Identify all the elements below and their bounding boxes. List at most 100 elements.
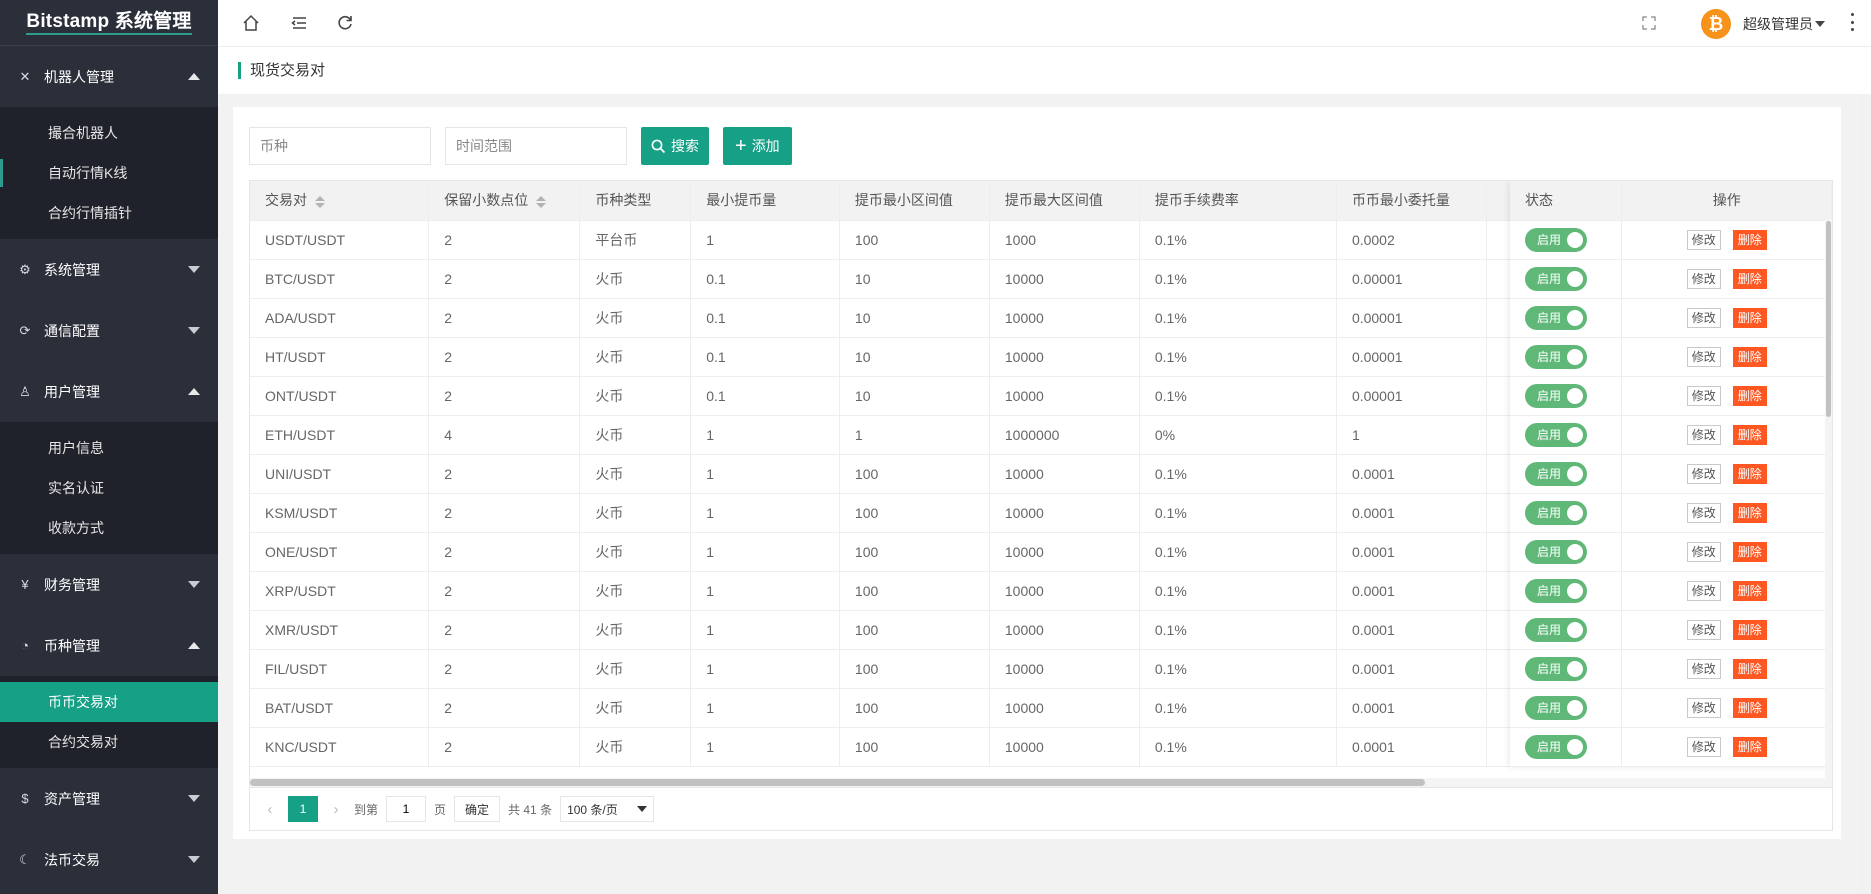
add-button[interactable]: + 添加: [723, 127, 792, 165]
sidebar-group-0[interactable]: ✕ 机器人管理: [0, 46, 218, 107]
status-toggle[interactable]: 启用: [1525, 227, 1587, 252]
delete-button[interactable]: 删除: [1732, 697, 1767, 718]
table-cell: 0.00001: [1336, 298, 1487, 338]
column-header: 币种类型: [579, 181, 692, 221]
delete-button[interactable]: 删除: [1732, 307, 1767, 328]
coin-search-input[interactable]: [249, 127, 431, 165]
sidebar-group-2[interactable]: ⟳ 通信配置: [0, 300, 218, 361]
sidebar-item[interactable]: 收款方式: [0, 508, 218, 548]
search-button[interactable]: 搜索: [641, 127, 709, 165]
status-toggle[interactable]: 启用: [1525, 734, 1587, 759]
sidebar-group-6[interactable]: $ 资产管理: [0, 768, 218, 829]
status-toggle[interactable]: 启用: [1525, 305, 1587, 330]
status-toggle[interactable]: 启用: [1525, 344, 1587, 369]
status-toggle[interactable]: 启用: [1525, 500, 1587, 525]
table-cell: 0.1: [690, 337, 840, 377]
table-cell: 100: [839, 688, 990, 728]
page-jump-input[interactable]: [386, 796, 427, 822]
edit-button[interactable]: 修改: [1686, 346, 1721, 367]
confirm-page-button[interactable]: 确定: [454, 796, 501, 822]
sidebar-item[interactable]: 用户信息: [0, 428, 218, 468]
user-menu[interactable]: ₿ 超级管理员: [1701, 9, 1825, 39]
sidebar-group-1[interactable]: ⚙ 系统管理: [0, 239, 218, 300]
delete-button[interactable]: 删除: [1732, 385, 1767, 406]
edit-button[interactable]: 修改: [1686, 697, 1721, 718]
status-toggle[interactable]: 启用: [1525, 383, 1587, 408]
status-toggle[interactable]: 启用: [1525, 656, 1587, 681]
table-cell: 1: [690, 415, 840, 455]
delete-button[interactable]: 删除: [1732, 619, 1767, 640]
table-cell: 10: [839, 376, 990, 416]
time-range-input[interactable]: [445, 127, 627, 165]
sidebar-group-label: 财务管理: [44, 576, 100, 593]
edit-button[interactable]: 修改: [1686, 619, 1721, 640]
sidebar-group-5[interactable]: ◔ 币种管理: [0, 615, 218, 676]
table-cell: 1000: [989, 220, 1140, 260]
table-cell: 1: [690, 610, 840, 650]
sidebar-group-3[interactable]: ♙ 用户管理: [0, 361, 218, 422]
status-toggle[interactable]: 启用: [1525, 617, 1587, 642]
robot-icon: ✕: [19, 68, 31, 84]
status-toggle[interactable]: 启用: [1525, 422, 1587, 447]
edit-button[interactable]: 修改: [1686, 463, 1721, 484]
column-header[interactable]: 交易对: [250, 181, 430, 221]
status-toggle[interactable]: 启用: [1525, 266, 1587, 291]
sidebar: Bitstamp 系统管理 ✕ 机器人管理 撮合机器人 自动行情K线 合约行情插针 ⚙ 系统…: [0, 0, 218, 894]
delete-button[interactable]: 删除: [1732, 502, 1767, 523]
edit-button[interactable]: 修改: [1686, 385, 1721, 406]
status-toggle[interactable]: 启用: [1525, 578, 1587, 603]
status-toggle[interactable]: 启用: [1525, 461, 1587, 486]
sidebar-item[interactable]: 自动行情K线: [0, 153, 218, 193]
table-row-actions: 启用 修改 删除: [1510, 727, 1832, 767]
next-page-icon[interactable]: ›: [326, 801, 346, 818]
sort-icon[interactable]: [536, 195, 547, 208]
status-toggle[interactable]: 启用: [1525, 539, 1587, 564]
sidebar-group-7[interactable]: ☾ 法币交易: [0, 829, 218, 890]
sidebar-item[interactable]: 合约交易对: [0, 722, 218, 762]
edit-button[interactable]: 修改: [1686, 424, 1721, 445]
edit-button[interactable]: 修改: [1686, 307, 1721, 328]
delete-button[interactable]: 删除: [1732, 268, 1767, 289]
prev-page-icon[interactable]: ‹: [260, 801, 280, 818]
table-cell: 火币: [579, 649, 692, 689]
more-vertical-icon[interactable]: [1849, 13, 1855, 31]
refresh-icon[interactable]: [334, 12, 356, 34]
column-header[interactable]: 保留小数点位: [428, 181, 581, 221]
sort-icon[interactable]: [315, 195, 325, 208]
table-vertical-scrollbar[interactable]: [1825, 219, 1832, 787]
home-icon[interactable]: [240, 12, 262, 34]
delete-button[interactable]: 删除: [1732, 229, 1767, 250]
edit-button[interactable]: 修改: [1686, 502, 1721, 523]
sidebar-group-4[interactable]: ¥ 财务管理: [0, 554, 218, 615]
delete-button[interactable]: 删除: [1732, 580, 1767, 601]
sidebar-item[interactable]: 撮合机器人: [0, 113, 218, 153]
delete-button[interactable]: 删除: [1732, 424, 1767, 445]
fullscreen-icon[interactable]: [1638, 12, 1660, 34]
status-toggle[interactable]: 启用: [1525, 695, 1587, 720]
edit-button[interactable]: 修改: [1686, 229, 1721, 250]
table-cell: 10000: [989, 454, 1140, 494]
edit-button[interactable]: 修改: [1686, 268, 1721, 289]
column-header: 提币最小区间值: [839, 181, 990, 221]
delete-button[interactable]: 删除: [1732, 541, 1767, 562]
status-cell: 启用: [1510, 376, 1623, 416]
table-horizontal-scrollbar[interactable]: [250, 778, 1832, 787]
table-cell: 0.0001: [1336, 454, 1487, 494]
menu-fold-icon[interactable]: [288, 12, 310, 34]
page-vertical-scrollbar[interactable]: [1859, 94, 1865, 894]
delete-button[interactable]: 删除: [1732, 346, 1767, 367]
delete-button[interactable]: 删除: [1732, 658, 1767, 679]
edit-button[interactable]: 修改: [1686, 541, 1721, 562]
page-size-select[interactable]: 100 条/页: [560, 796, 655, 822]
edit-button[interactable]: 修改: [1686, 658, 1721, 679]
current-page[interactable]: 1: [288, 796, 318, 822]
sidebar-group-label: 机器人管理: [44, 68, 114, 85]
edit-button[interactable]: 修改: [1686, 736, 1721, 757]
sidebar-item[interactable]: 合约行情插针: [0, 193, 218, 233]
sidebar-item[interactable]: 实名认证: [0, 468, 218, 508]
delete-button[interactable]: 删除: [1732, 736, 1767, 757]
edit-button[interactable]: 修改: [1686, 580, 1721, 601]
table-cell: 0.1%: [1139, 649, 1337, 689]
delete-button[interactable]: 删除: [1732, 463, 1767, 484]
sidebar-item[interactable]: 币币交易对: [0, 682, 218, 722]
